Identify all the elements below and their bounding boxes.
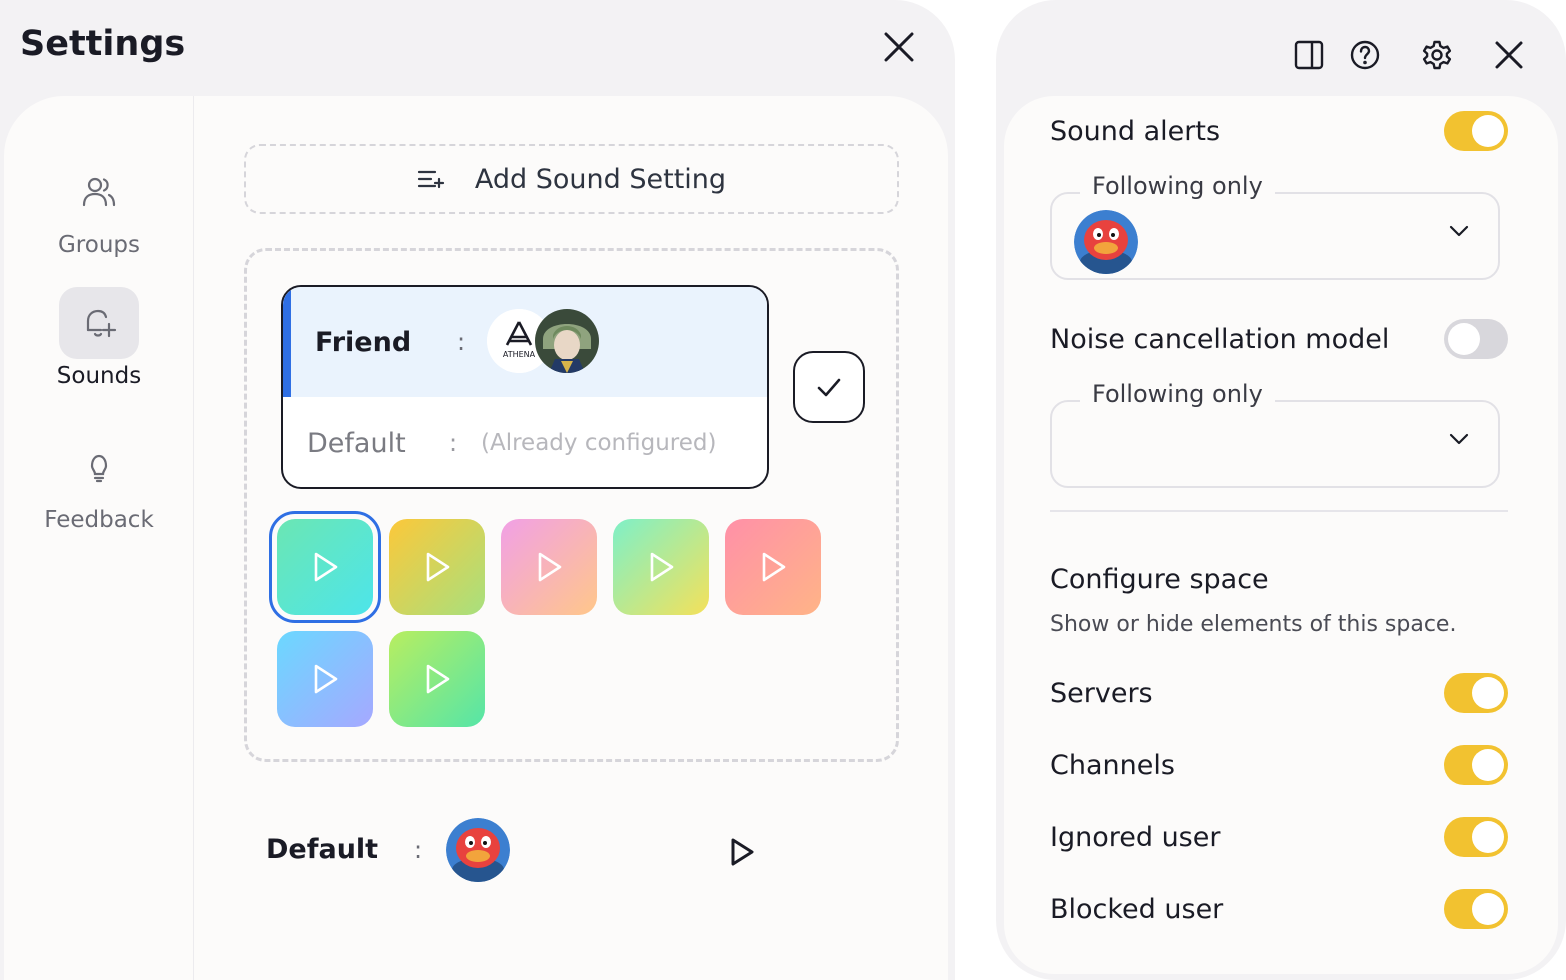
sound-tile-7[interactable] — [389, 631, 485, 727]
play-icon — [650, 552, 674, 582]
settings-button[interactable] — [1416, 34, 1458, 76]
friend-row[interactable]: Friend : ATHENA — [283, 287, 767, 397]
help-button[interactable] — [1344, 34, 1386, 76]
sidebar-item-sounds[interactable]: Sounds — [4, 287, 194, 389]
default-sound-label: Default — [266, 834, 379, 865]
nav-icon-wrap — [59, 287, 139, 359]
select-legend: Following only — [1080, 172, 1275, 200]
play-default-sound-button[interactable] — [722, 832, 762, 872]
default-label: Default — [307, 427, 406, 459]
list-add-icon — [417, 170, 445, 189]
play-icon — [538, 552, 562, 582]
athena-logo-text: ATHENA — [503, 350, 536, 359]
separator: : — [457, 328, 466, 356]
divider — [1050, 510, 1508, 512]
noise-cancellation-select[interactable]: Following only — [1050, 380, 1500, 488]
default-row[interactable]: Default : (Already configured) — [283, 397, 767, 487]
servers-label: Servers — [1050, 678, 1153, 709]
separator: : — [449, 429, 458, 457]
add-sound-setting-label: Add Sound Setting — [474, 163, 727, 195]
select-legend: Following only — [1080, 380, 1275, 408]
sound-tile-6[interactable] — [277, 631, 373, 727]
servers-toggle[interactable] — [1444, 673, 1508, 713]
sound-tile-3[interactable] — [501, 519, 597, 615]
close-settings-button[interactable] — [876, 24, 922, 70]
configure-space-subtitle: Show or hide elements of this space. — [1050, 612, 1457, 637]
sidebar-item-feedback[interactable]: Feedback — [4, 431, 194, 533]
users-icon — [82, 177, 116, 207]
default-sound-row: Default : — [266, 816, 786, 886]
sound-tile-4[interactable] — [613, 519, 709, 615]
toggle-knob — [1472, 893, 1504, 925]
nav-icon-wrap — [59, 156, 139, 228]
ignored-user-toggle[interactable] — [1444, 817, 1508, 857]
already-configured-text: (Already configured) — [481, 430, 717, 456]
toggle-panel-button[interactable] — [1288, 34, 1330, 76]
sidebar-item-label: Feedback — [44, 507, 154, 533]
bell-plus-icon — [86, 309, 117, 338]
space-settings-body: Sound alerts Following only Noise cancel… — [1004, 96, 1558, 974]
friend-avatar — [535, 309, 599, 373]
selection-accent — [283, 287, 291, 397]
sidebar-item-label: Sounds — [56, 363, 142, 389]
play-icon — [731, 838, 754, 866]
ignored-user-label: Ignored user — [1050, 822, 1221, 853]
sidebar-toggle-icon — [1294, 40, 1324, 70]
blocked-user-label: Blocked user — [1050, 894, 1224, 925]
settings-panel: Settings Groups Sounds Feedback Add Soun… — [0, 0, 955, 980]
lightbulb-icon — [90, 454, 108, 483]
chevron-down-icon — [1449, 433, 1469, 445]
settings-sidebar: Groups Sounds Feedback — [4, 96, 194, 980]
sound-alerts-label: Sound alerts — [1050, 116, 1221, 147]
sound-tile-5[interactable] — [725, 519, 821, 615]
check-icon — [817, 378, 841, 397]
play-icon — [426, 664, 450, 694]
close-icon — [884, 32, 914, 62]
toggle-knob — [1472, 115, 1504, 147]
noise-cancellation-label: Noise cancellation model — [1050, 324, 1390, 355]
sidebar-item-label: Groups — [57, 232, 140, 258]
space-settings-panel: Sound alerts Following only Noise cancel… — [996, 0, 1566, 980]
settings-title: Settings — [20, 24, 186, 64]
sound-setting-editor: Friend : ATHENA Default: (Already confi… — [244, 248, 899, 762]
sound-tile-2[interactable] — [389, 519, 485, 615]
channels-label: Channels — [1050, 750, 1175, 781]
close-panel-button[interactable] — [1488, 34, 1530, 76]
help-icon — [1350, 40, 1380, 70]
selected-avatar — [1074, 210, 1138, 274]
play-icon — [314, 552, 338, 582]
toggle-knob — [1448, 323, 1480, 355]
channels-toggle[interactable] — [1444, 745, 1508, 785]
configure-space-title: Configure space — [1050, 564, 1269, 595]
separator: : — [414, 836, 423, 864]
play-icon — [314, 664, 338, 694]
noise-cancellation-toggle[interactable] — [1444, 319, 1508, 359]
toggle-knob — [1472, 749, 1504, 781]
gear-icon — [1422, 40, 1452, 70]
close-icon — [1495, 41, 1523, 69]
sound-alerts-toggle[interactable] — [1444, 111, 1508, 151]
chevron-down-icon — [1449, 225, 1469, 237]
toggle-knob — [1472, 821, 1504, 853]
sound-target-card: Friend : ATHENA Default: (Already confi… — [281, 285, 769, 489]
confirm-button[interactable] — [793, 351, 865, 423]
default-sound-avatar — [446, 818, 510, 882]
sound-tile-1[interactable] — [269, 511, 381, 623]
sound-alerts-select[interactable]: Following only — [1050, 172, 1500, 280]
toggle-knob — [1472, 677, 1504, 709]
sidebar-item-groups[interactable]: Groups — [4, 156, 194, 258]
play-icon — [762, 552, 786, 582]
blocked-user-toggle[interactable] — [1444, 889, 1508, 929]
friend-label: Friend — [315, 326, 412, 358]
settings-body: Groups Sounds Feedback Add Sound Setting — [4, 96, 948, 980]
add-sound-setting-button[interactable]: Add Sound Setting — [244, 144, 899, 214]
play-icon — [426, 552, 450, 582]
nav-icon-wrap — [59, 431, 139, 503]
